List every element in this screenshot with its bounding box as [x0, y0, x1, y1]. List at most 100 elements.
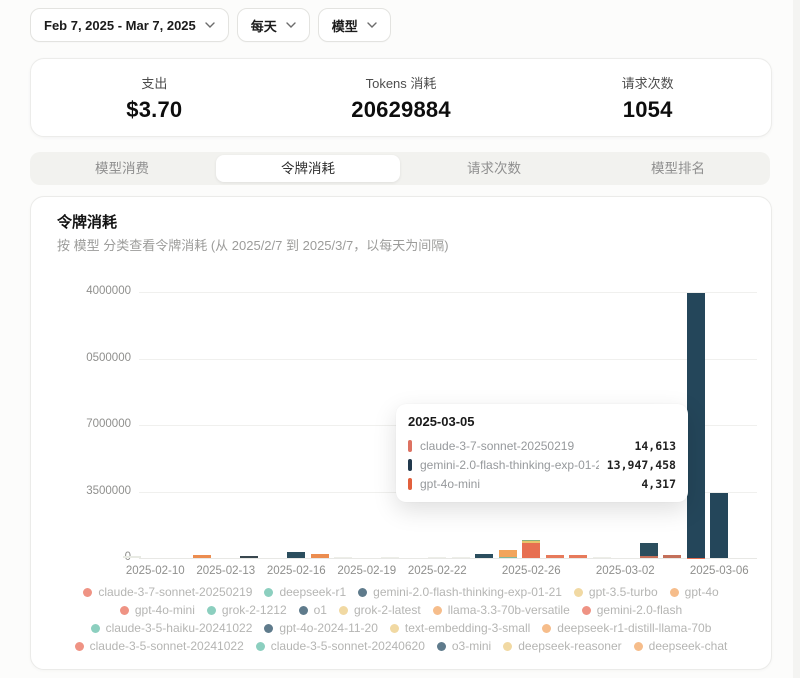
bar-segment: [428, 557, 446, 559]
legend-label: o1: [314, 603, 327, 617]
bar-segment: [663, 555, 681, 558]
legend-item-gemini-2.0-flash[interactable]: gemini-2.0-flash: [582, 603, 682, 617]
bar-2025-02-28[interactable]: [569, 555, 587, 558]
y-axis-tick-label: 0: [31, 551, 131, 563]
group-by-model-button[interactable]: 模型: [318, 8, 391, 42]
legend-dot-icon: [256, 642, 265, 651]
legend-item-llama-3.3-70b-versatile[interactable]: llama-3.3-70b-versatile: [433, 603, 570, 617]
bar-2025-02-18[interactable]: [334, 557, 352, 559]
tab-模型排名[interactable]: 模型排名: [586, 152, 770, 185]
bar-2025-03-04[interactable]: [663, 555, 681, 558]
bar-2025-03-05[interactable]: [687, 293, 705, 558]
legend-dot-icon: [339, 606, 348, 615]
tooltip-series-marker: [408, 440, 412, 452]
legend-label: gpt-4o: [685, 585, 719, 599]
legend-dot-icon: [433, 606, 442, 615]
tab-模型消费[interactable]: 模型消费: [30, 152, 214, 185]
legend-item-claude-3-5-sonnet-20240620[interactable]: claude-3-5-sonnet-20240620: [256, 639, 425, 653]
page-edge-strip: [793, 0, 800, 678]
legend-label: claude-3-5-sonnet-20240620: [271, 639, 425, 653]
stat-label: 支出: [141, 73, 167, 92]
legend-item-claude-3-5-sonnet-20241022[interactable]: claude-3-5-sonnet-20241022: [75, 639, 244, 653]
legend-label: deepseek-reasoner: [518, 639, 621, 653]
x-axis-tick-label: 2025-03-06: [677, 565, 761, 577]
legend-label: gemini-2.0-flash-thinking-exp-01-21: [373, 585, 562, 599]
legend-label: llama-3.3-70b-versatile: [448, 603, 570, 617]
legend-item-deepseek-chat[interactable]: deepseek-chat: [634, 639, 728, 653]
bar-2025-02-09[interactable]: [123, 556, 141, 558]
legend-item-deepseek-r1[interactable]: deepseek-r1: [264, 585, 346, 599]
bar-2025-02-27[interactable]: [546, 555, 564, 558]
bar-2025-02-25[interactable]: [499, 550, 517, 558]
bar-2025-02-26[interactable]: [522, 540, 540, 558]
date-range-label: Feb 7, 2025 - Mar 7, 2025: [44, 18, 196, 33]
bar-segment: [522, 543, 540, 558]
tooltip-value: 13,947,458: [607, 458, 676, 472]
bar-segment: [640, 543, 658, 556]
legend-dot-icon: [582, 606, 591, 615]
legend-row: claude-3-5-haiku-20241022 gpt-4o-2024-11-…: [41, 621, 761, 635]
tooltip-value: 14,613: [634, 439, 676, 453]
date-range-button[interactable]: Feb 7, 2025 - Mar 7, 2025: [30, 8, 229, 42]
legend-item-grok-2-1212[interactable]: grok-2-1212: [207, 603, 287, 617]
legend-item-o3-mini[interactable]: o3-mini: [437, 639, 491, 653]
legend-item-grok-2-latest[interactable]: grok-2-latest: [339, 603, 421, 617]
tooltip-series-marker: [408, 459, 412, 471]
legend-dot-icon: [299, 606, 308, 615]
legend-dot-icon: [542, 624, 551, 633]
tab-令牌消耗[interactable]: 令牌消耗: [216, 155, 400, 182]
stat-value: 1054: [623, 97, 673, 123]
bar-2025-02-20[interactable]: [381, 557, 399, 559]
bar-2025-03-03[interactable]: [640, 543, 658, 558]
gridline: [139, 558, 757, 559]
tooltip-model-label: claude-3-7-sonnet-20250219: [420, 439, 626, 453]
bar-2025-02-22[interactable]: [428, 557, 446, 559]
legend-item-gpt-3.5-turbo[interactable]: gpt-3.5-turbo: [574, 585, 658, 599]
legend-item-gemini-2.0-flash-thinking-exp-01-21[interactable]: gemini-2.0-flash-thinking-exp-01-21: [358, 585, 562, 599]
group-by-label: 模型: [332, 16, 358, 35]
bar-2025-02-24[interactable]: [475, 554, 493, 558]
legend-label: gemini-2.0-flash: [597, 603, 682, 617]
chevron-down-icon: [367, 22, 377, 28]
legend-dot-icon: [83, 588, 92, 597]
legend-item-gpt-4o-2024-11-20[interactable]: gpt-4o-2024-11-20: [264, 621, 378, 635]
stat-label: Tokens 消耗: [366, 73, 437, 92]
chart-subtitle: 按 模型 分类查看令牌消耗 (从 2025/2/7 到 2025/3/7，以每天…: [57, 235, 449, 254]
x-axis-tick-label: 2025-02-26: [489, 565, 573, 577]
interval-button[interactable]: 每天: [237, 8, 310, 42]
legend-dot-icon: [670, 588, 679, 597]
tooltip-row: gpt-4o-mini4,317: [408, 474, 676, 493]
legend-dot-icon: [574, 588, 583, 597]
legend-dot-icon: [264, 624, 273, 633]
chart-tabs: 模型消费令牌消耗请求次数模型排名: [30, 152, 770, 185]
bar-2025-03-01[interactable]: [593, 557, 611, 559]
legend-item-deepseek-r1-distill-llama-70b[interactable]: deepseek-r1-distill-llama-70b: [542, 621, 711, 635]
y-axis-tick-label: 3500000: [31, 485, 131, 497]
bar-segment: [240, 556, 258, 558]
legend-item-gpt-4o[interactable]: gpt-4o: [670, 585, 719, 599]
bar-segment: [593, 557, 611, 559]
bar-segment: [193, 555, 211, 558]
legend-label: deepseek-chat: [649, 639, 728, 653]
legend-item-claude-3-7-sonnet-20250219[interactable]: claude-3-7-sonnet-20250219: [83, 585, 252, 599]
bar-segment: [452, 557, 470, 559]
stats-card: 支出$3.70Tokens 消耗20629884请求次数1054: [30, 58, 772, 137]
legend-label: o3-mini: [452, 639, 491, 653]
bar-segment: [710, 493, 728, 558]
bar-2025-02-17[interactable]: [311, 554, 329, 558]
legend-item-claude-3-5-haiku-20241022[interactable]: claude-3-5-haiku-20241022: [91, 621, 253, 635]
legend-item-deepseek-reasoner[interactable]: deepseek-reasoner: [503, 639, 621, 653]
bar-2025-02-16[interactable]: [287, 552, 305, 558]
bar-2025-02-23[interactable]: [452, 557, 470, 559]
legend-item-gpt-4o-mini[interactable]: gpt-4o-mini: [120, 603, 195, 617]
bar-segment: [499, 550, 517, 557]
tooltip-row: claude-3-7-sonnet-20250219 14,613: [408, 436, 676, 455]
legend-item-o1[interactable]: o1: [299, 603, 327, 617]
legend-item-text-embedding-3-small[interactable]: text-embedding-3-small: [390, 621, 530, 635]
bar-2025-03-06[interactable]: [710, 493, 728, 558]
bar-segment: [546, 555, 564, 558]
tooltip-model-label: gemini-2.0-flash-thinking-exp-01-21: [420, 458, 599, 472]
bar-2025-02-14[interactable]: [240, 556, 258, 558]
tab-请求次数[interactable]: 请求次数: [402, 152, 586, 185]
bar-2025-02-12[interactable]: [193, 555, 211, 558]
